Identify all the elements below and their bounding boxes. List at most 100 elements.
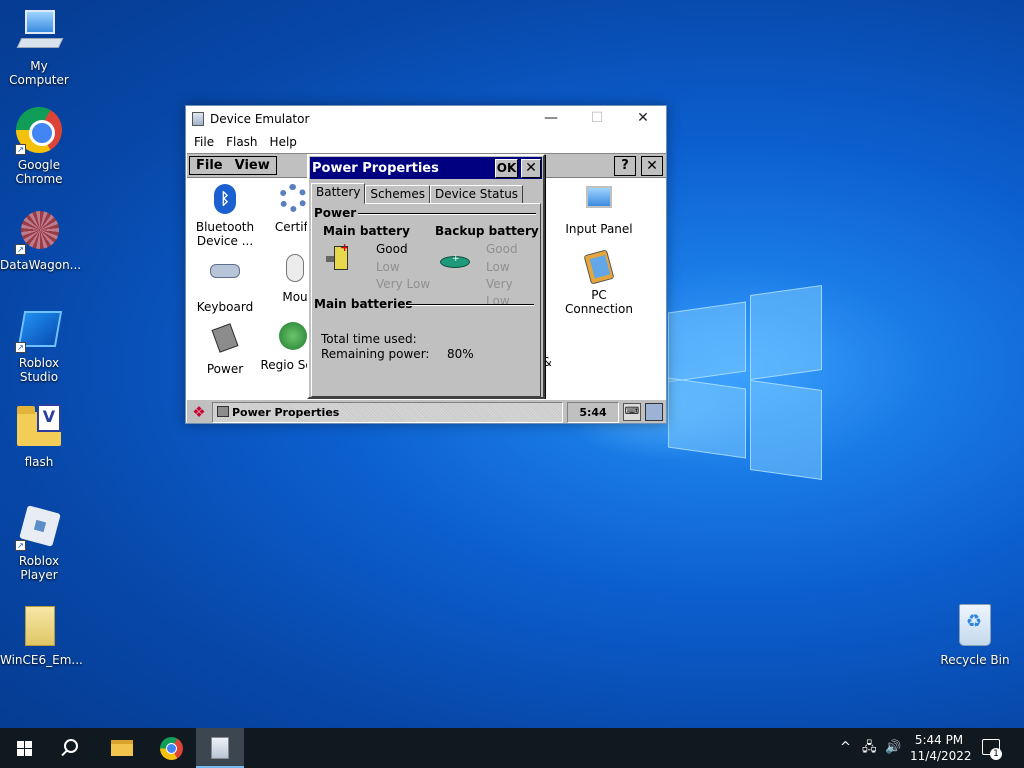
backup-battery-level-good: Good [486, 242, 518, 256]
desktop-icon-label: Google Chrome [15, 158, 63, 186]
emulator-app-icon [192, 111, 204, 126]
ce-task-label: Power Properties [232, 406, 340, 419]
remaining-power-value: 80% [447, 347, 474, 361]
maximize-button: ☐ [590, 110, 604, 126]
bluetooth-icon: ᛒ [209, 184, 241, 216]
cp-item-input-panel[interactable]: Input Panel [561, 184, 637, 236]
tab-battery[interactable]: Battery [311, 183, 366, 204]
desktop-icon-label: WinCE6_Em... [0, 653, 83, 667]
desktop-icon-label: Recycle Bin [940, 653, 1010, 667]
main-battery-level-good: Good [376, 242, 408, 256]
tray-chevron-icon[interactable]: ^ [840, 740, 851, 756]
search-button[interactable] [48, 728, 96, 768]
folder-icon: V [15, 404, 63, 452]
windows-logo-icon [17, 741, 33, 756]
ce-taskbar: ❖ Power Properties 5:44 PM ⌨ [187, 399, 666, 423]
cp-menu-file[interactable]: File [190, 157, 229, 174]
desktop-icon-google-chrome[interactable]: ↗ Google Chrome [0, 106, 78, 186]
ce-desktop-icon[interactable] [645, 403, 663, 421]
certificate-icon [277, 184, 309, 216]
recycle-bin-icon [951, 602, 999, 650]
chrome-icon: ↗ [15, 107, 63, 155]
dialog-title: Power Properties [312, 160, 439, 176]
cp-item-label: Input Panel [565, 222, 633, 236]
power-properties-title-bar[interactable]: Power Properties OK ✕ [310, 157, 542, 179]
total-time-label: Total time used: [321, 332, 417, 346]
minimize-button[interactable]: — [528, 106, 574, 131]
cp-help-button[interactable]: ? [614, 156, 636, 176]
desktop-icon-recycle-bin[interactable]: Recycle Bin [936, 602, 1014, 667]
main-battery-level-very-low: Very Low [376, 277, 431, 291]
menu-file[interactable]: File [188, 135, 220, 149]
desktop-icon-label: Roblox Studio [18, 356, 60, 384]
desktop-icon-roblox-player[interactable]: ↗ Roblox Player [0, 503, 78, 582]
power-properties-dialog[interactable]: Power Properties OK ✕ Battery Schemes De… [307, 154, 545, 399]
chrome-icon [160, 737, 183, 760]
tab-schemes[interactable]: Schemes [365, 185, 430, 204]
menu-flash[interactable]: Flash [220, 135, 263, 149]
archive-icon [15, 602, 63, 650]
group-power-label: Power [314, 206, 357, 220]
menu-help[interactable]: Help [264, 135, 303, 149]
volume-icon[interactable]: 🔊 [885, 740, 901, 756]
desktop-icon-datawagon[interactable]: ↗ DataWagon... [0, 207, 82, 272]
ok-button[interactable]: OK [495, 158, 518, 178]
group-main-batteries-label: Main batteries [314, 297, 413, 311]
cp-item-bluetooth[interactable]: ᛒ Bluetooth Device ... [187, 184, 263, 248]
ce-start-icon[interactable]: ❖ [189, 403, 209, 422]
taskbar-clock[interactable]: 5:44 PM 11/4/2022 [910, 732, 972, 764]
backup-battery-icon [440, 254, 470, 268]
emulator-title-bar[interactable]: Device Emulator — ☐ ✕ [186, 106, 666, 131]
ce-screen: File View ? ✕ ᛒ Bluetooth Device ... Cer… [187, 153, 666, 423]
taskbar: ^ 🖧 🔊 5:44 PM 11/4/2022 1 [0, 728, 1024, 768]
desktop-icon-my-computer[interactable]: My Computer [0, 8, 78, 87]
clock-date: 11/4/2022 [910, 749, 972, 763]
ce-task-power-properties[interactable]: Power Properties [212, 402, 563, 423]
close-button[interactable]: ✕ [620, 106, 666, 131]
search-icon [64, 739, 78, 753]
taskbar-chrome[interactable] [148, 728, 196, 768]
power-icon [217, 406, 229, 417]
dialog-close-button[interactable]: ✕ [521, 158, 541, 178]
taskbar-file-explorer[interactable] [98, 728, 146, 768]
cp-item-pc-connection[interactable]: PC Connection [561, 249, 637, 316]
regional-settings-icon [277, 322, 309, 354]
computer-icon [15, 8, 64, 56]
tab-device-status[interactable]: Device Status [429, 185, 524, 204]
main-battery-icon: + [326, 241, 349, 272]
desktop-icon-roblox-studio[interactable]: ↗ Roblox Studio [0, 305, 78, 384]
roblox-studio-icon: ↗ [15, 305, 63, 353]
desktop-icon-flash[interactable]: V flash [0, 404, 78, 469]
taskbar-device-emulator[interactable] [196, 728, 244, 768]
group-divider [406, 304, 534, 306]
cp-item-keyboard[interactable]: Keyboard [187, 254, 263, 314]
cp-item-label: PC Connection [565, 288, 633, 316]
network-icon[interactable]: 🖧 [862, 740, 877, 756]
desktop-icon-wince6[interactable]: WinCE6_Em... [0, 602, 83, 667]
tab-strip: Battery Schemes Device Status [311, 183, 524, 204]
start-button[interactable] [0, 728, 48, 768]
input-panel-icon [583, 186, 615, 218]
roblox-player-icon: ↗ [15, 503, 63, 551]
notification-badge: 1 [990, 748, 1002, 760]
device-emulator-icon [211, 737, 229, 759]
keyboard-icon [209, 264, 241, 296]
main-battery-heading: Main battery [323, 224, 410, 238]
cp-item-label: Power [206, 362, 244, 376]
emulator-title: Device Emulator [210, 111, 310, 126]
battery-tab-panel: Power Main battery + Good Low Very Low B… [311, 203, 541, 397]
backup-battery-heading: Backup battery [435, 224, 539, 238]
cp-menu-view[interactable]: View [229, 157, 276, 174]
desktop-icon-label: Roblox Player [18, 554, 60, 582]
ce-keyboard-icon[interactable]: ⌨ [623, 403, 641, 421]
ce-clock: 5:44 PM [567, 402, 619, 423]
cp-item-power[interactable]: Power [187, 322, 263, 376]
group-divider [358, 213, 536, 215]
device-emulator-window[interactable]: Device Emulator — ☐ ✕ File Flash Help Fi… [185, 105, 667, 424]
emulator-menu-bar: File Flash Help [186, 131, 666, 153]
backup-battery-level-low: Low [486, 260, 510, 274]
cp-close-button[interactable]: ✕ [641, 156, 663, 176]
desktop-icon-label: DataWagon... [0, 258, 82, 272]
datawagon-icon: ↗ [15, 207, 63, 255]
cp-item-label: Bluetooth Device ... [195, 220, 255, 248]
